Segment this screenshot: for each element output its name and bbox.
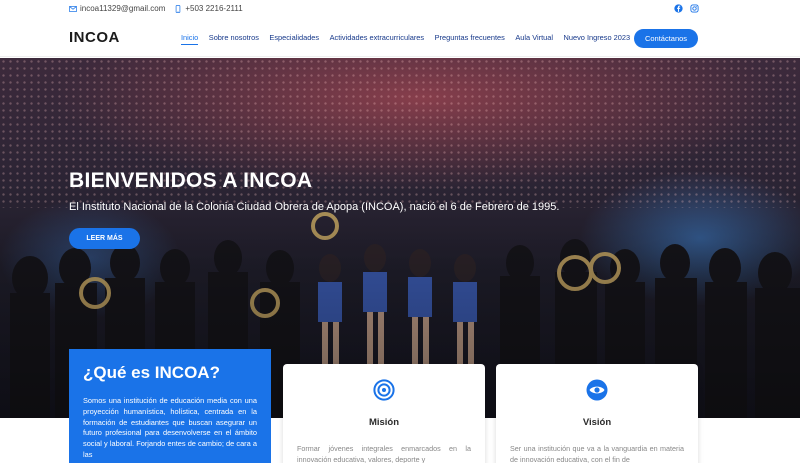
nav-item-inicio[interactable]: Inicio xyxy=(181,33,199,45)
phone-text: +503 2216-2111 xyxy=(185,4,243,13)
social-links xyxy=(667,4,699,13)
hero-title: BIENVENIDOS A INCOA xyxy=(69,169,313,192)
top-contact-bar: incoa11329@gmail.com +503 2216-2111 xyxy=(0,0,800,20)
email-text: incoa11329@gmail.com xyxy=(80,4,166,13)
nav-item-actividades[interactable]: Actividades extracurriculares xyxy=(330,33,424,42)
mission-text: Formar jóvenes integrales enmarcados en … xyxy=(297,444,471,463)
mission-title: Misión xyxy=(368,417,400,428)
vision-title: Visión xyxy=(582,417,612,428)
nav-item-preguntas[interactable]: Preguntas frecuentes xyxy=(435,33,505,42)
site-logo[interactable]: INCOA xyxy=(69,29,120,46)
target-icon xyxy=(373,379,395,401)
site-header: INCOA Inicio Sobre nosotros Especialidad… xyxy=(0,20,800,57)
main-nav: Inicio Sobre nosotros Especialidades Act… xyxy=(181,33,641,45)
eye-icon xyxy=(586,379,608,401)
nav-item-especialidades[interactable]: Especialidades xyxy=(269,33,319,42)
phone-link[interactable]: +503 2216-2111 xyxy=(174,4,243,13)
hero-subtitle: El Instituto Nacional de la Colonia Ciud… xyxy=(69,201,560,213)
instagram-icon[interactable] xyxy=(690,4,699,13)
vision-card: Visión Ser una institución que va a la v… xyxy=(496,364,698,463)
facebook-icon[interactable] xyxy=(674,4,683,13)
phone-icon xyxy=(176,4,181,13)
read-more-button[interactable]: LEER MÁS xyxy=(69,228,140,249)
mission-card: Misión Formar jóvenes integrales enmarca… xyxy=(283,364,485,463)
about-text: Somos una institución de educación media… xyxy=(83,396,257,459)
vision-text: Ser una institución que va a la vanguard… xyxy=(510,444,684,463)
nav-item-sobre-nosotros[interactable]: Sobre nosotros xyxy=(209,33,259,42)
contact-button[interactable]: Contáctanos xyxy=(634,29,698,48)
contact-info: incoa11329@gmail.com +503 2216-2111 xyxy=(69,4,252,13)
nav-item-nuevo-ingreso[interactable]: Nuevo Ingreso 2023 xyxy=(564,33,631,42)
email-link[interactable]: incoa11329@gmail.com xyxy=(69,4,165,13)
about-title: ¿Qué es INCOA? xyxy=(83,363,220,382)
envelope-icon xyxy=(69,5,77,12)
about-card: ¿Qué es INCOA? Somos una institución de … xyxy=(69,349,271,463)
nav-item-aula-virtual[interactable]: Aula Virtual xyxy=(515,33,553,42)
